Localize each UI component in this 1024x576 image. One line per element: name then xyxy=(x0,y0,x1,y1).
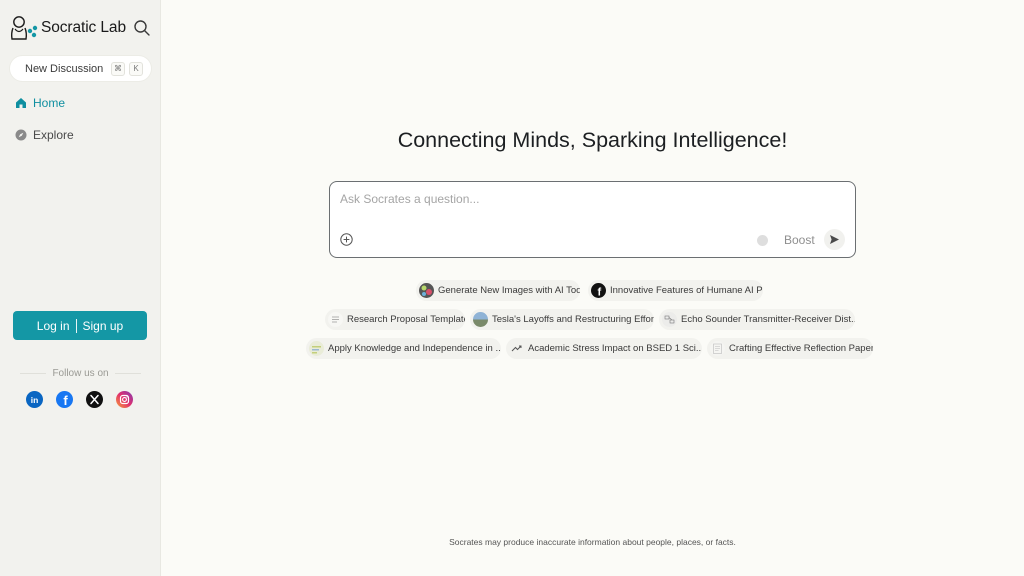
doc-thumb-icon xyxy=(710,341,725,356)
login-button[interactable]: Log in xyxy=(37,319,70,333)
new-discussion-button[interactable]: New Discussion ⌘ K xyxy=(9,55,152,82)
linkedin-icon[interactable]: in xyxy=(26,391,43,408)
compass-icon xyxy=(15,129,27,141)
sidebar: Socratic Lab New Discussion ⌘ K Home Exp… xyxy=(0,0,161,576)
brand-name: Socratic Lab xyxy=(41,19,126,36)
suggestion-chip[interactable]: Echo Sounder Transmitter-Receiver Dist..… xyxy=(659,309,855,330)
suggestion-chip[interactable]: Academic Stress Impact on BSED 1 Sci... xyxy=(506,338,702,359)
new-discussion-label: New Discussion xyxy=(25,62,104,75)
follow-us: Follow us on xyxy=(20,368,142,379)
suggestion-chip[interactable]: Tesla's Layoffs and Restructuring Effort… xyxy=(470,309,654,330)
image-thumb-icon xyxy=(419,283,434,298)
facebook-icon[interactable]: f xyxy=(56,391,73,408)
shortcut-key-k: K xyxy=(129,61,143,76)
attach-plus-icon[interactable] xyxy=(340,233,353,246)
x-icon[interactable] xyxy=(86,391,103,408)
svg-text:f: f xyxy=(63,393,68,408)
suggestion-label: Generate New Images with AI Tools xyxy=(438,285,580,296)
facebook-thumb-icon: f xyxy=(591,283,606,298)
suggestion-label: Research Proposal Template xyxy=(347,314,465,325)
signup-button[interactable]: Sign up xyxy=(83,319,124,333)
suggestion-chip[interactable]: Apply Knowledge and Independence in ... xyxy=(306,338,501,359)
divider xyxy=(114,373,142,374)
sidebar-item-explore[interactable]: Explore xyxy=(15,128,74,142)
suggestion-chip[interactable]: Crafting Effective Reflection Papers xyxy=(707,338,873,359)
social-links: in f xyxy=(26,391,146,408)
list-thumb-icon xyxy=(328,312,343,327)
instagram-icon[interactable] xyxy=(116,391,133,408)
suggestion-chip[interactable]: Research Proposal Template xyxy=(325,309,465,330)
chart-thumb-icon xyxy=(309,341,324,356)
photo-thumb-icon xyxy=(473,312,488,327)
brand[interactable]: Socratic Lab xyxy=(9,13,126,43)
ask-box: Boost xyxy=(329,181,856,258)
follow-label: Follow us on xyxy=(52,368,109,379)
diagram-thumb-icon xyxy=(662,312,677,327)
suggestion-label: Tesla's Layoffs and Restructuring Effort… xyxy=(492,314,654,325)
boost-toggle[interactable] xyxy=(757,235,768,246)
auth-divider xyxy=(75,318,77,333)
suggestion-label: Apply Knowledge and Independence in ... xyxy=(328,343,501,354)
suggestion-label: Academic Stress Impact on BSED 1 Sci... xyxy=(528,343,702,354)
sidebar-item-label: Explore xyxy=(33,128,74,142)
boost-label[interactable]: Boost xyxy=(784,233,815,247)
suggestion-chip[interactable]: f Innovative Features of Humane AI Pin xyxy=(588,280,763,301)
trend-thumb-icon xyxy=(509,341,524,356)
svg-text:in: in xyxy=(31,395,39,405)
shortcut-key-cmd: ⌘ xyxy=(111,61,125,76)
send-icon xyxy=(830,235,839,244)
suggestion-label: Echo Sounder Transmitter-Receiver Dist..… xyxy=(681,314,855,325)
sidebar-item-home[interactable]: Home xyxy=(15,96,65,110)
disclaimer: Socrates may produce inaccurate informat… xyxy=(449,537,736,547)
send-button[interactable] xyxy=(824,229,845,250)
suggestion-label: Innovative Features of Humane AI Pin xyxy=(610,285,763,296)
svg-text:f: f xyxy=(597,287,601,299)
divider xyxy=(20,373,47,374)
search-icon[interactable] xyxy=(133,19,151,37)
ask-input[interactable] xyxy=(340,192,840,206)
suggestion-label: Crafting Effective Reflection Papers xyxy=(729,343,873,354)
suggestion-chip[interactable]: Generate New Images with AI Tools xyxy=(416,280,580,301)
socrates-logo-icon xyxy=(10,16,38,40)
page-title: Connecting Minds, Sparking Intelligence! xyxy=(397,128,788,152)
home-icon xyxy=(16,98,26,108)
sidebar-item-label: Home xyxy=(33,96,66,110)
auth-buttons: Log in Sign up xyxy=(13,311,147,340)
